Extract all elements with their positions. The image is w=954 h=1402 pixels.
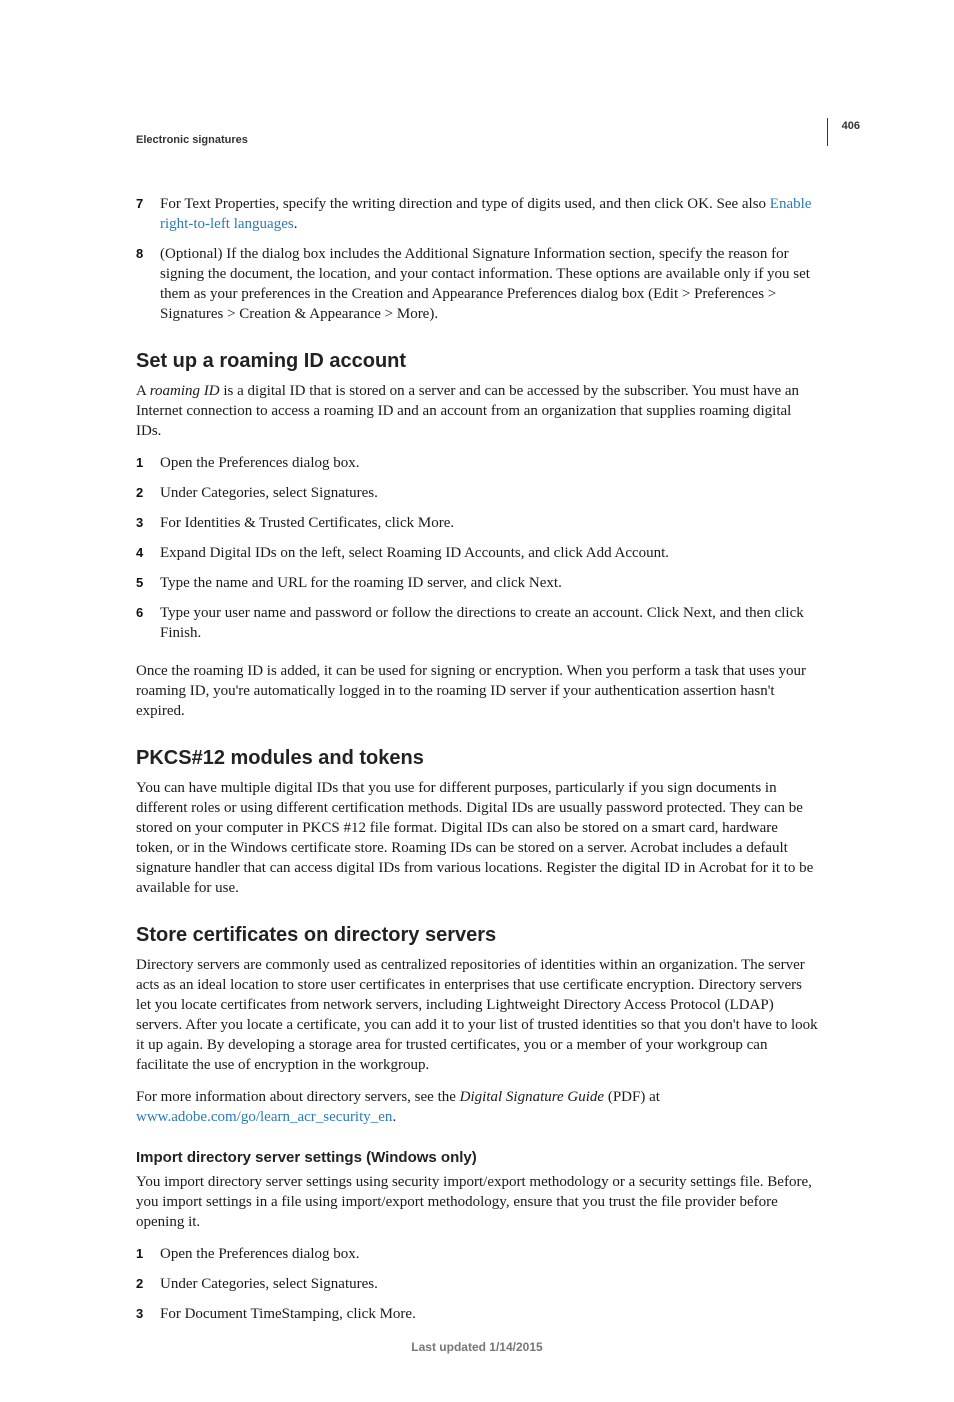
step-body: Under Categories, select Signatures.	[160, 1274, 818, 1294]
heading-pkcs12: PKCS#12 modules and tokens	[136, 747, 818, 770]
footer-last-updated: Last updated 1/14/2015	[0, 1340, 954, 1354]
step-7: 7 For Text Properties, specify the writi…	[136, 194, 818, 234]
step-body: Type your user name and password or foll…	[160, 603, 818, 643]
step-body: For Text Properties, specify the writing…	[160, 194, 818, 234]
paragraph: A roaming ID is a digital ID that is sto…	[136, 381, 818, 441]
breadcrumb: Electronic signatures	[136, 134, 818, 146]
paragraph: You import directory server settings usi…	[136, 1172, 818, 1232]
step-number: 2	[136, 1274, 160, 1294]
top-steps: 7 For Text Properties, specify the writi…	[136, 194, 818, 324]
step-body: (Optional) If the dialog box includes th…	[160, 244, 818, 324]
step-number: 7	[136, 194, 160, 234]
page-number-separator	[827, 118, 828, 146]
step-number: 8	[136, 244, 160, 324]
paragraph: Directory servers are commonly used as c…	[136, 955, 818, 1075]
step-number: 3	[136, 1304, 160, 1324]
step-body: Open the Preferences dialog box.	[160, 1244, 818, 1264]
step-8: 8 (Optional) If the dialog box includes …	[136, 244, 818, 324]
roaming-steps: 1Open the Preferences dialog box. 2Under…	[136, 453, 818, 643]
link-acr-security[interactable]: www.adobe.com/go/learn_acr_security_en	[136, 1109, 392, 1125]
paragraph: You can have multiple digital IDs that y…	[136, 778, 818, 898]
heading-store-certs: Store certificates on directory servers	[136, 924, 818, 947]
step-number: 6	[136, 603, 160, 643]
list-item: 2Under Categories, select Signatures.	[136, 1274, 818, 1294]
heading-import-directory: Import directory server settings (Window…	[136, 1149, 818, 1166]
step-number: 2	[136, 483, 160, 503]
heading-roaming: Set up a roaming ID account	[136, 350, 818, 373]
list-item: 3For Document TimeStamping, click More.	[136, 1304, 818, 1324]
step-body: For Document TimeStamping, click More.	[160, 1304, 818, 1324]
page: 406 Electronic signatures 7 For Text Pro…	[0, 0, 954, 1402]
link-enable-rtl[interactable]: Enable right-to-left languages	[160, 196, 811, 232]
list-item: 6Type your user name and password or fol…	[136, 603, 818, 643]
paragraph: Once the roaming ID is added, it can be …	[136, 661, 818, 721]
step-body: Under Categories, select Signatures.	[160, 483, 818, 503]
step-body: For Identities & Trusted Certificates, c…	[160, 513, 818, 533]
page-number: 406	[842, 120, 860, 132]
step-number: 1	[136, 453, 160, 473]
list-item: 1Open the Preferences dialog box.	[136, 1244, 818, 1264]
list-item: 3For Identities & Trusted Certificates, …	[136, 513, 818, 533]
list-item: 2Under Categories, select Signatures.	[136, 483, 818, 503]
step-number: 3	[136, 513, 160, 533]
step-number: 5	[136, 573, 160, 593]
import-steps: 1Open the Preferences dialog box. 2Under…	[136, 1244, 818, 1324]
step-body: Open the Preferences dialog box.	[160, 453, 818, 473]
paragraph: For more information about directory ser…	[136, 1087, 818, 1127]
step-number: 4	[136, 543, 160, 563]
list-item: 1Open the Preferences dialog box.	[136, 453, 818, 473]
step-number: 1	[136, 1244, 160, 1264]
step-body: Type the name and URL for the roaming ID…	[160, 573, 818, 593]
list-item: 5Type the name and URL for the roaming I…	[136, 573, 818, 593]
list-item: 4Expand Digital IDs on the left, select …	[136, 543, 818, 563]
step-body: Expand Digital IDs on the left, select R…	[160, 543, 818, 563]
